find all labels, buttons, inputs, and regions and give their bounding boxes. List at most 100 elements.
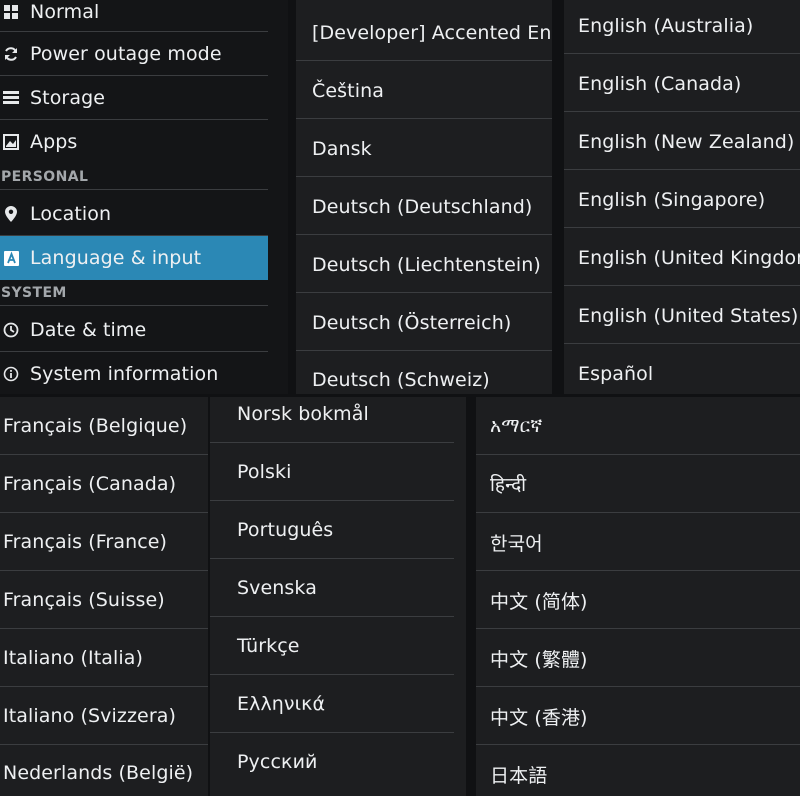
divider	[0, 189, 268, 190]
language-label: 中文 (简体)	[490, 590, 588, 613]
settings-sidebar: Normal Power outage mode Storage Apps PE…	[0, 0, 288, 394]
divider	[296, 118, 552, 119]
divider	[296, 60, 552, 61]
language-option[interactable]: Deutsch (Österreich)	[296, 294, 552, 352]
language-option[interactable]: हिन्दी	[476, 455, 800, 513]
language-label: Français (Suisse)	[3, 589, 165, 611]
language-list-panel: አማርኛ हिन्दी 한국어 中文 (简体) 中文 (繁體) 中文 (香港) …	[476, 397, 800, 796]
settings-item-normal[interactable]: Normal	[0, 0, 288, 34]
language-option[interactable]: Ελληνικά	[210, 675, 466, 733]
language-label: English (Canada)	[578, 73, 742, 95]
language-label: English (New Zealand)	[578, 131, 795, 153]
settings-item-label: System information	[30, 363, 219, 385]
language-label: 中文 (香港)	[490, 706, 588, 729]
language-option[interactable]: Dansk	[296, 120, 552, 178]
language-label: English (United Kingdom)	[578, 247, 800, 269]
settings-item-storage[interactable]: Storage	[0, 76, 288, 120]
language-label: 日本語	[490, 764, 548, 787]
language-option[interactable]: 中文 (简体)	[476, 571, 800, 629]
language-label: Deutsch (Schweiz)	[312, 369, 490, 391]
settings-item-label: Power outage mode	[30, 43, 222, 65]
language-list-panel: English (Australia) English (Canada) Eng…	[564, 0, 800, 394]
language-option[interactable]: English (United Kingdom)	[564, 229, 800, 287]
language-label: English (United States)	[578, 305, 799, 327]
divider	[564, 111, 800, 112]
apps-icon	[3, 134, 19, 150]
language-option[interactable]: Italiano (Italia)	[0, 629, 208, 687]
language-option[interactable]: Nederlands (België)	[0, 744, 208, 796]
language-option[interactable]: Português	[210, 501, 466, 559]
settings-item-language-input[interactable]: Language & input	[0, 236, 268, 280]
language-label: हिन्दी	[490, 474, 527, 496]
language-label: አማርኛ	[490, 415, 543, 437]
language-label: Русский	[237, 751, 318, 773]
section-header-system: SYSTEM	[1, 285, 67, 301]
settings-item-apps[interactable]: Apps	[0, 120, 288, 164]
language-label: Türkçe	[237, 635, 300, 657]
language-option[interactable]: Deutsch (Deutschland)	[296, 178, 552, 236]
settings-item-location[interactable]: Location	[0, 192, 288, 236]
language-label: Čeština	[312, 80, 384, 102]
language-list-panel: Norsk bokmål Polski Português Svenska Tü…	[210, 397, 466, 796]
divider	[296, 176, 552, 177]
language-label: [Developer] Accented English	[312, 22, 552, 44]
location-icon	[3, 206, 19, 222]
language-label: Português	[237, 519, 334, 541]
language-option[interactable]: English (Canada)	[564, 55, 800, 113]
language-option[interactable]: English (New Zealand)	[564, 113, 800, 171]
language-option[interactable]: Français (France)	[0, 513, 208, 571]
language-option[interactable]: Polski	[210, 443, 466, 501]
settings-item-label: Location	[30, 203, 112, 225]
divider	[564, 285, 800, 286]
language-option[interactable]: English (Singapore)	[564, 171, 800, 229]
language-label: Ελληνικά	[237, 693, 326, 715]
refresh-icon	[3, 46, 19, 62]
language-option[interactable]: Deutsch (Schweiz)	[296, 351, 552, 394]
language-label: Italiano (Svizzera)	[3, 705, 177, 727]
language-option[interactable]: አማርኛ	[476, 397, 800, 455]
language-label: Français (Canada)	[3, 473, 177, 495]
language-option[interactable]: Français (Suisse)	[0, 571, 208, 629]
divider	[0, 305, 268, 306]
language-label: Deutsch (Liechtenstein)	[312, 254, 541, 276]
language-option[interactable]: Español	[564, 345, 800, 394]
language-option[interactable]: Français (Belgique)	[0, 397, 208, 455]
settings-item-date-time[interactable]: Date & time	[0, 308, 288, 352]
language-option[interactable]: Français (Canada)	[0, 455, 208, 513]
language-option[interactable]: English (United States)	[564, 287, 800, 345]
language-option[interactable]: English (Australia)	[564, 0, 800, 55]
language-option[interactable]: Norsk bokmål	[210, 397, 466, 443]
language-label: Français (France)	[3, 531, 168, 553]
keyboard-a-icon	[3, 250, 19, 266]
language-label: Nederlands (België)	[3, 762, 194, 784]
language-option[interactable]: Türkçe	[210, 617, 466, 675]
settings-item-label: Language & input	[30, 247, 202, 269]
divider	[296, 292, 552, 293]
divider	[296, 234, 552, 235]
language-label: Polski	[237, 461, 292, 483]
language-option[interactable]: Svenska	[210, 559, 466, 617]
language-label: Deutsch (Deutschland)	[312, 196, 533, 218]
language-label: Español	[578, 363, 654, 385]
language-option[interactable]: 日本語	[476, 745, 800, 796]
settings-item-power-outage[interactable]: Power outage mode	[0, 32, 288, 76]
settings-item-system-info[interactable]: System information	[0, 352, 288, 394]
language-option[interactable]: 中文 (繁體)	[476, 629, 800, 687]
language-option[interactable]: Čeština	[296, 62, 552, 120]
divider	[564, 169, 800, 170]
language-option[interactable]: [Developer] Accented English	[296, 4, 552, 62]
language-option[interactable]: Русский	[210, 733, 466, 791]
language-list-panel: Français (Belgique) Français (Canada) Fr…	[0, 397, 208, 796]
settings-item-label: Normal	[30, 1, 100, 23]
language-option[interactable]: Italiano (Svizzera)	[0, 687, 208, 745]
language-option[interactable]: Deutsch (Liechtenstein)	[296, 236, 552, 294]
settings-item-label: Storage	[30, 87, 106, 109]
language-label: Italiano (Italia)	[3, 647, 144, 669]
language-option[interactable]: 한국어	[476, 513, 800, 571]
storage-icon	[3, 90, 19, 106]
divider	[564, 227, 800, 228]
language-option[interactable]: 中文 (香港)	[476, 687, 800, 745]
divider	[564, 53, 800, 54]
language-list-panel: [Developer] Accented English Čeština Dan…	[296, 0, 552, 394]
language-label: Norsk bokmål	[237, 403, 369, 425]
